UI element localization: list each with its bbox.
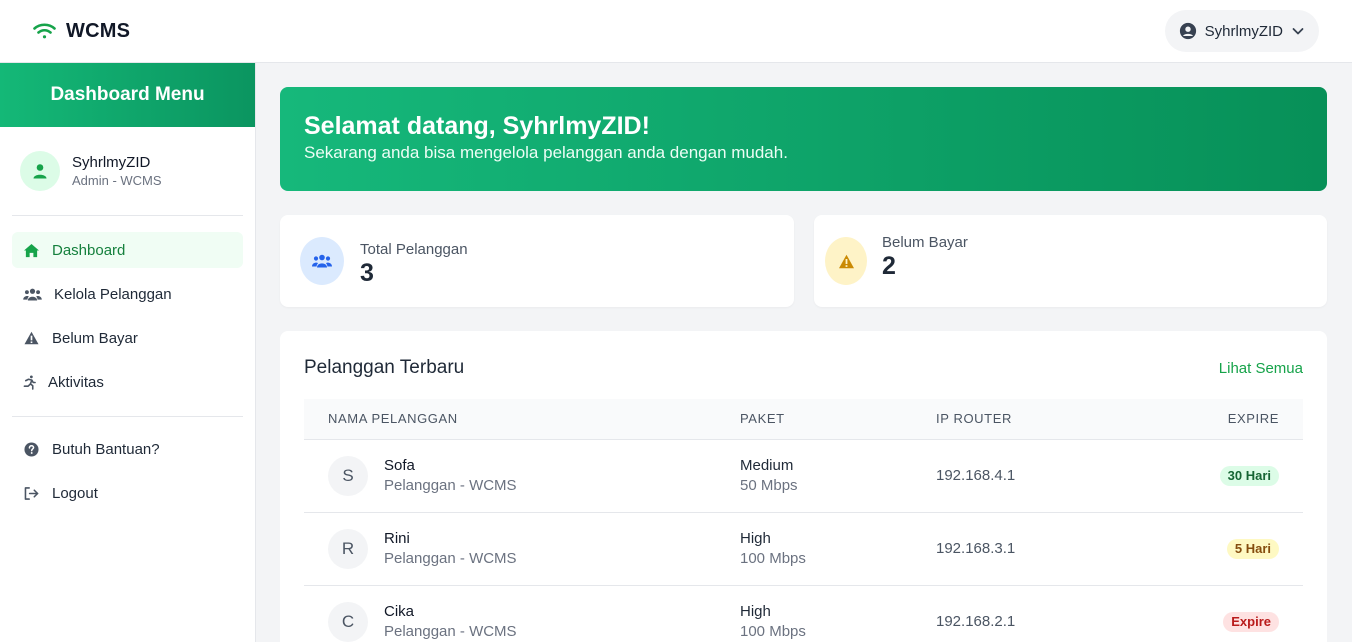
package-name: High bbox=[740, 529, 771, 547]
sidebar-item-kelola-pelanggan[interactable]: Kelola Pelanggan bbox=[12, 276, 243, 312]
question-icon bbox=[23, 441, 40, 458]
column-header-ip: IP ROUTER bbox=[936, 399, 1156, 440]
status-badge: 30 Hari bbox=[1219, 465, 1279, 486]
sidebar-secondary-nav: Butuh Bantuan? Logout bbox=[0, 417, 255, 527]
router-ip: 192.168.3.1 bbox=[936, 512, 1156, 586]
running-icon bbox=[23, 374, 36, 391]
avatar bbox=[20, 151, 60, 191]
column-header-package: PAKET bbox=[740, 399, 936, 440]
top-header: WCMS SyhrlmyZID bbox=[0, 0, 1352, 63]
profile-role: Admin - WCMS bbox=[72, 172, 162, 188]
banner-subtitle: Sekarang anda bisa mengelola pelanggan a… bbox=[304, 143, 788, 162]
customer-avatar: S bbox=[328, 455, 368, 496]
sidebar-title: Dashboard Menu bbox=[50, 84, 205, 105]
column-header-name: NAMA PELANGGAN bbox=[304, 399, 740, 440]
package-name: High bbox=[740, 602, 771, 620]
brand-name: WCMS bbox=[66, 19, 131, 42]
sidebar-item-label: Butuh Bantuan? bbox=[52, 440, 160, 458]
recent-customers-card: Pelanggan Terbaru Lihat Semua NAMA PELAN… bbox=[280, 331, 1327, 642]
sidebar-item-logout[interactable]: Logout bbox=[12, 475, 243, 511]
sidebar-item-label: Logout bbox=[52, 484, 98, 502]
customer-name: Sofa bbox=[384, 456, 415, 474]
chevron-down-icon bbox=[1291, 24, 1305, 38]
card-title: Pelanggan Terbaru bbox=[304, 357, 465, 378]
user-menu-button[interactable]: SyhrlmyZID bbox=[1164, 10, 1319, 52]
home-icon bbox=[23, 242, 40, 259]
sidebar-nav: Dashboard Kelola Pelanggan Belum Bayar A… bbox=[0, 216, 255, 420]
sidebar-item-aktivitas[interactable]: Aktivitas bbox=[12, 364, 243, 400]
customer-avatar: R bbox=[328, 528, 368, 569]
table-row[interactable]: C Cika Pelanggan - WCMS High 100 Mbps 19… bbox=[304, 585, 1303, 642]
sidebar-item-help[interactable]: Butuh Bantuan? bbox=[12, 431, 243, 467]
stat-card-belum-bayar: Belum Bayar 2 bbox=[814, 215, 1327, 307]
users-icon bbox=[300, 237, 344, 285]
router-ip: 192.168.2.1 bbox=[936, 585, 1156, 642]
stat-label: Total Pelanggan bbox=[360, 241, 468, 258]
package-speed: 100 Mbps bbox=[740, 622, 806, 640]
welcome-banner: Selamat datang, SyhrlmyZID! Sekarang and… bbox=[280, 87, 1327, 191]
user-icon bbox=[33, 164, 47, 179]
sidebar-item-label: Aktivitas bbox=[48, 373, 104, 391]
logout-icon bbox=[23, 485, 40, 502]
sidebar-header: Dashboard Menu bbox=[0, 63, 255, 127]
sidebar-item-label: Kelola Pelanggan bbox=[54, 285, 172, 303]
stat-label: Belum Bayar bbox=[882, 234, 968, 251]
user-menu-name: SyhrlmyZID bbox=[1204, 22, 1283, 40]
table-row[interactable]: R Rini Pelanggan - WCMS High 100 Mbps 19… bbox=[304, 512, 1303, 586]
stat-value: 2 bbox=[882, 252, 896, 280]
customer-subtitle: Pelanggan - WCMS bbox=[384, 476, 517, 494]
profile-name: SyhrlmyZID bbox=[72, 153, 151, 171]
package-speed: 50 Mbps bbox=[740, 476, 798, 494]
sidebar-item-label: Belum Bayar bbox=[52, 329, 138, 347]
customer-name: Cika bbox=[384, 602, 415, 620]
see-all-link[interactable]: Lihat Semua bbox=[1219, 360, 1303, 377]
sidebar-item-label: Dashboard bbox=[52, 241, 126, 259]
column-header-expire: EXPIRE bbox=[1156, 399, 1303, 440]
sidebar-item-dashboard[interactable]: Dashboard bbox=[12, 232, 243, 268]
customer-subtitle: Pelanggan - WCMS bbox=[384, 622, 517, 640]
package-speed: 100 Mbps bbox=[740, 549, 806, 567]
sidebar: Dashboard Menu SyhrlmyZID Admin - WCMS D… bbox=[0, 63, 256, 642]
sidebar-profile: SyhrlmyZID Admin - WCMS bbox=[0, 127, 255, 215]
package-name: Medium bbox=[740, 456, 794, 474]
user-circle-icon bbox=[1179, 22, 1197, 40]
router-ip: 192.168.4.1 bbox=[936, 439, 1156, 513]
customer-avatar: C bbox=[328, 601, 368, 642]
status-badge: 5 Hari bbox=[1226, 538, 1279, 559]
stat-value: 3 bbox=[360, 259, 374, 287]
stat-card-total-pelanggan: Total Pelanggan 3 bbox=[280, 215, 794, 307]
warning-icon bbox=[825, 237, 867, 285]
sidebar-item-belum-bayar[interactable]: Belum Bayar bbox=[12, 320, 243, 356]
customers-table: NAMA PELANGGAN PAKET IP ROUTER EXPIRE S … bbox=[304, 399, 1303, 642]
customer-subtitle: Pelanggan - WCMS bbox=[384, 549, 517, 567]
banner-title: Selamat datang, SyhrlmyZID! bbox=[304, 112, 650, 140]
status-badge: Expire bbox=[1223, 611, 1279, 632]
wifi-icon bbox=[32, 21, 57, 41]
warning-icon bbox=[23, 330, 40, 347]
customer-name: Rini bbox=[384, 529, 410, 547]
table-row[interactable]: S Sofa Pelanggan - WCMS Medium 50 Mbps 1… bbox=[304, 439, 1303, 513]
brand-logo[interactable]: WCMS bbox=[32, 20, 130, 43]
users-icon bbox=[23, 286, 42, 303]
